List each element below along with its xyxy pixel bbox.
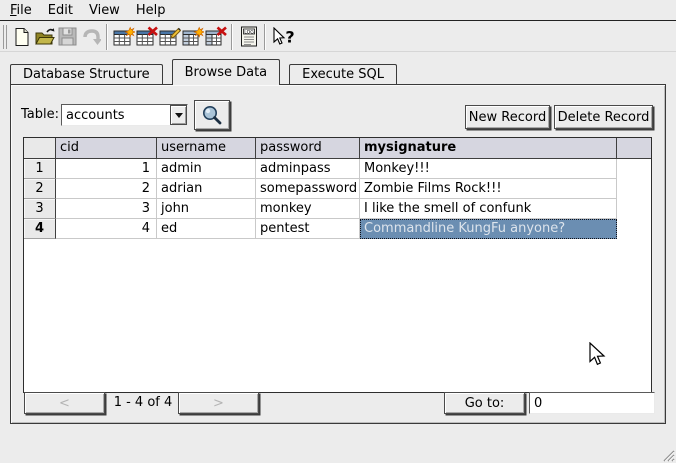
- cell-password[interactable]: adminpass: [256, 159, 360, 179]
- cell-mysignature[interactable]: I like the smell of confunk: [360, 199, 617, 219]
- menu-help[interactable]: Help: [128, 2, 174, 19]
- cell-mysignature[interactable]: Monkey!!!: [360, 159, 617, 179]
- cell-cid[interactable]: 1: [56, 159, 157, 179]
- browse-data-panel: Table: accounts New Record Delete Record…: [10, 84, 666, 424]
- delete-table-icon: [136, 26, 158, 48]
- delete-table-button[interactable]: [135, 25, 158, 49]
- sqlite-database-browser-window: File Edit View Help: [0, 0, 676, 463]
- data-grid: cid username password mysignature 1 1 ad…: [23, 137, 652, 393]
- tab-bar: Database Structure Browse Data Execute S…: [10, 60, 406, 85]
- menu-view[interactable]: View: [81, 2, 128, 19]
- delete-index-button[interactable]: [204, 25, 227, 49]
- row-header[interactable]: 2: [24, 179, 56, 199]
- resize-grip[interactable]: [662, 449, 675, 462]
- create-table-icon: [113, 26, 135, 48]
- log-icon: LOG: [240, 26, 258, 47]
- row-header[interactable]: 3: [24, 199, 56, 219]
- cell-password[interactable]: monkey: [256, 199, 360, 219]
- row-filler: [617, 219, 651, 239]
- next-records-button[interactable]: >: [178, 392, 259, 414]
- column-header-filler: [617, 138, 651, 159]
- tab-browse-data[interactable]: Browse Data: [172, 59, 281, 85]
- column-header-username[interactable]: username: [157, 138, 256, 159]
- create-index-icon: [182, 26, 204, 48]
- previous-records-button[interactable]: <: [24, 392, 105, 414]
- delete-index-icon: [205, 26, 227, 48]
- menu-bar: File Edit View Help: [0, 0, 676, 21]
- toolbar-drag-handle[interactable]: [3, 25, 7, 49]
- row-filler: [617, 179, 651, 199]
- cell-cid[interactable]: 3: [56, 199, 157, 219]
- record-range-label: 1 - 4 of 4: [107, 395, 179, 410]
- search-icon: [201, 104, 223, 126]
- grid-corner-cell[interactable]: [24, 138, 56, 159]
- create-index-button[interactable]: [181, 25, 204, 49]
- save-database-button[interactable]: [56, 25, 79, 49]
- tab-database-structure[interactable]: Database Structure: [10, 64, 163, 85]
- open-database-button[interactable]: [33, 25, 56, 49]
- revert-changes-icon: [81, 28, 101, 46]
- table-select-dropdown-button[interactable]: [170, 105, 187, 125]
- cell-mysignature[interactable]: Zombie Films Rock!!!: [360, 179, 617, 199]
- cell-password[interactable]: pentest: [256, 219, 360, 239]
- save-database-icon: [58, 27, 77, 46]
- row-header[interactable]: 4: [24, 219, 56, 239]
- cell-mysignature-selected[interactable]: Commandline KungFu anyone?: [360, 219, 617, 239]
- cell-username[interactable]: john: [157, 199, 256, 219]
- delete-record-button[interactable]: Delete Record: [554, 105, 653, 129]
- table-select[interactable]: accounts: [61, 104, 188, 126]
- new-database-icon: [12, 27, 32, 47]
- table-select-value: accounts: [62, 105, 170, 125]
- row-filler: [617, 159, 651, 179]
- toolbar-separator: [231, 24, 233, 50]
- svg-text:LOG: LOG: [244, 29, 254, 35]
- new-database-button[interactable]: [10, 25, 33, 49]
- svg-text:?: ?: [285, 27, 294, 46]
- table-label: Table:: [21, 107, 59, 122]
- search-button[interactable]: [194, 100, 230, 130]
- create-table-button[interactable]: [112, 25, 135, 49]
- modify-table-icon: [159, 26, 181, 48]
- cell-username[interactable]: ed: [157, 219, 256, 239]
- modify-table-button[interactable]: [158, 25, 181, 49]
- toolbar-separator: [264, 24, 266, 50]
- go-to-record-input[interactable]: [529, 392, 655, 414]
- column-header-password[interactable]: password: [256, 138, 360, 159]
- cell-username[interactable]: admin: [157, 159, 256, 179]
- cell-password[interactable]: somepassword: [256, 179, 360, 199]
- mouse-cursor-icon: [588, 342, 606, 368]
- menu-edit[interactable]: Edit: [40, 2, 81, 19]
- row-header[interactable]: 1: [24, 159, 56, 179]
- whats-this-help-icon: ?: [272, 27, 298, 47]
- cell-username[interactable]: adrian: [157, 179, 256, 199]
- cell-cid[interactable]: 2: [56, 179, 157, 199]
- tab-execute-sql[interactable]: Execute SQL: [289, 64, 397, 85]
- toolbar: LOG ?: [0, 22, 676, 52]
- new-record-button[interactable]: New Record: [465, 105, 550, 129]
- row-filler: [617, 199, 651, 219]
- column-header-cid[interactable]: cid: [56, 138, 157, 159]
- chevron-down-icon: [175, 113, 183, 118]
- open-database-icon: [34, 27, 56, 47]
- go-to-button[interactable]: Go to:: [444, 392, 525, 414]
- toolbar-separator: [106, 24, 108, 50]
- revert-changes-button[interactable]: [79, 25, 102, 49]
- column-header-mysignature[interactable]: mysignature: [360, 138, 617, 159]
- grid-empty-area: [24, 239, 651, 392]
- log-button[interactable]: LOG: [237, 25, 260, 49]
- menu-file[interactable]: File: [2, 2, 40, 19]
- whats-this-help-button[interactable]: ?: [270, 25, 300, 49]
- cell-cid[interactable]: 4: [56, 219, 157, 239]
